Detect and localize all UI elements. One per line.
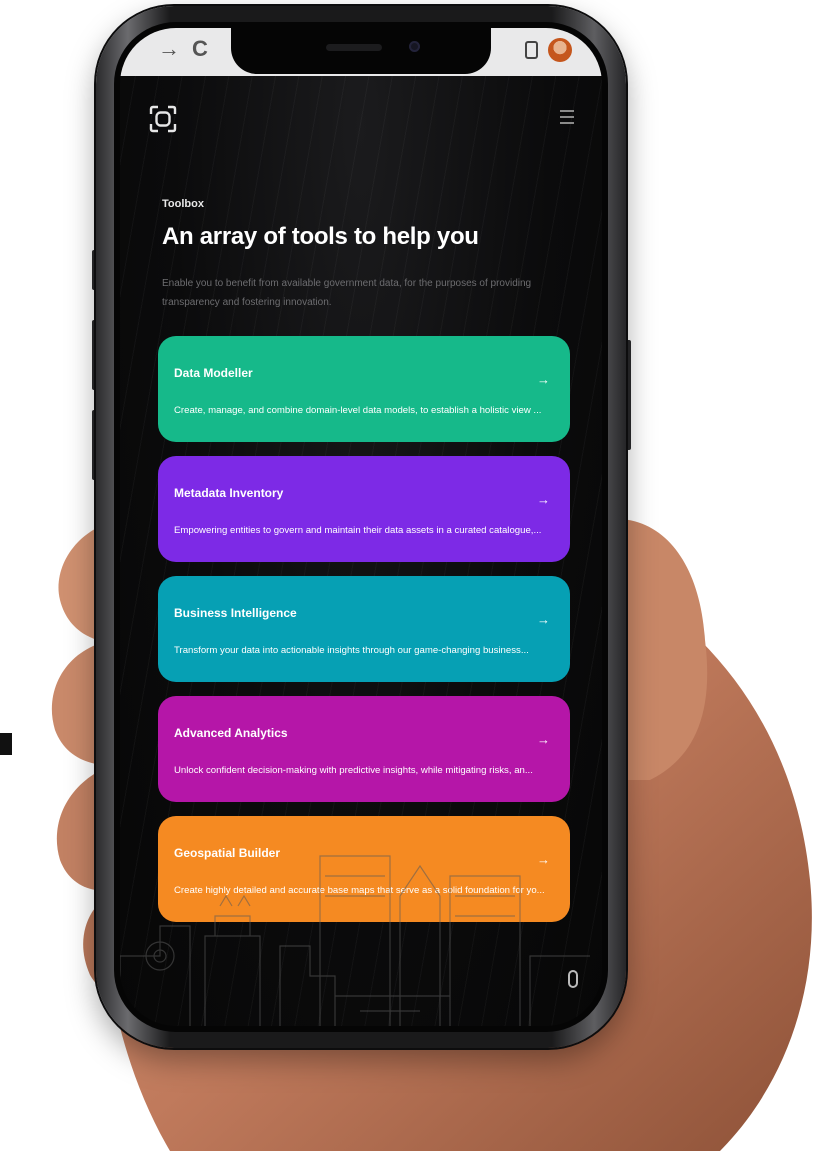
front-camera	[409, 41, 420, 52]
arrow-right-icon: →	[537, 492, 550, 507]
card-title: Data Modeller	[174, 366, 253, 380]
background-fragment	[0, 733, 12, 755]
card-description: Transform your data into actionable insi…	[174, 645, 529, 656]
tabs-icon[interactable]	[525, 41, 538, 59]
arrow-right-icon: →	[537, 612, 550, 627]
city-skyline-illustration	[120, 855, 590, 1026]
phone-frame: → C Toolbox An array of tools to help yo…	[96, 6, 626, 1048]
avatar[interactable]	[548, 38, 572, 62]
reload-icon[interactable]: C	[192, 38, 208, 60]
page-title: An array of tools to help you	[162, 223, 479, 250]
page-description: Enable you to benefit from available gov…	[162, 278, 532, 308]
tool-card-metadata-inventory[interactable]: Metadata Inventory → Empowering entities…	[158, 456, 570, 562]
card-description: Unlock confident decision-making with pr…	[174, 765, 533, 776]
section-eyebrow: Toolbox	[162, 198, 204, 210]
card-description: Empowering entities to govern and mainta…	[174, 525, 542, 536]
arrow-right-icon: →	[537, 372, 550, 387]
card-title: Metadata Inventory	[174, 486, 284, 500]
card-description: Create, manage, and combine domain-level…	[174, 405, 542, 416]
speaker-grille	[326, 44, 382, 51]
hamburger-menu-icon[interactable]	[560, 110, 574, 128]
phone-screen: → C Toolbox An array of tools to help yo…	[120, 28, 602, 1026]
phone-bezel: → C Toolbox An array of tools to help yo…	[114, 22, 608, 1032]
arrow-right-icon: →	[537, 732, 550, 747]
tool-card-advanced-analytics[interactable]: Advanced Analytics → Unlock confident de…	[158, 696, 570, 802]
power-button	[626, 340, 631, 450]
back-arrow-icon[interactable]: →	[158, 38, 180, 60]
card-title: Advanced Analytics	[174, 726, 288, 740]
scan-frame-icon[interactable]	[148, 104, 178, 134]
card-title: Business Intelligence	[174, 606, 297, 620]
tool-card-business-intelligence[interactable]: Business Intelligence → Transform your d…	[158, 576, 570, 682]
scroll-mouse-icon	[568, 970, 578, 988]
tool-card-data-modeller[interactable]: Data Modeller → Create, manage, and comb…	[158, 336, 570, 442]
phone-notch	[231, 28, 491, 74]
